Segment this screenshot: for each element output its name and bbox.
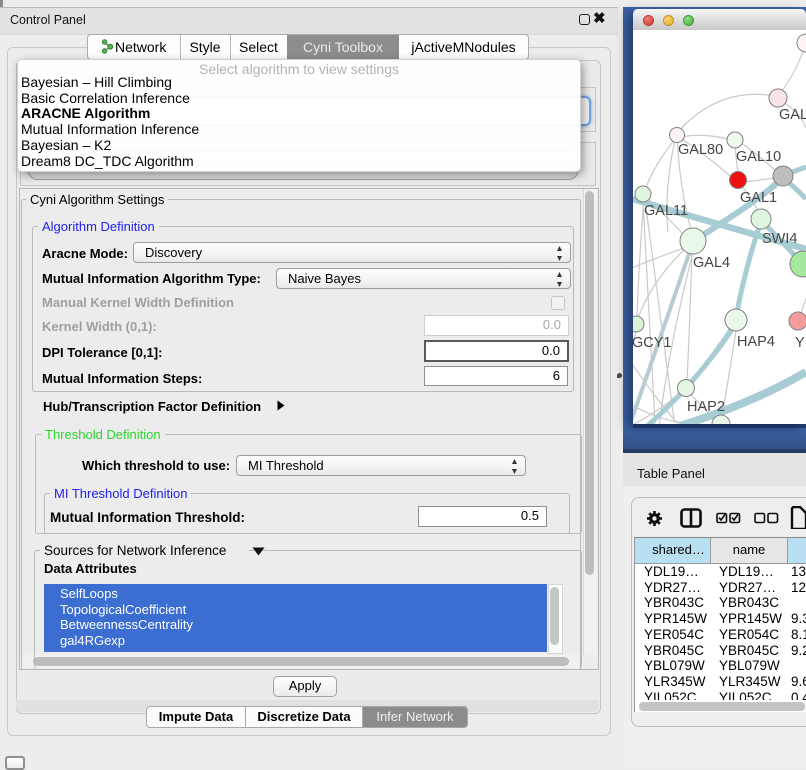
svg-text:GCY1: GCY1 xyxy=(633,335,672,351)
svg-text:HAP2: HAP2 xyxy=(687,399,725,415)
svg-text:GAL1: GAL1 xyxy=(740,190,777,206)
svg-text:Y: Y xyxy=(795,335,805,351)
svg-text:GAL10: GAL10 xyxy=(736,149,781,165)
svg-text:GAL80: GAL80 xyxy=(678,142,723,158)
svg-text:GAL11: GAL11 xyxy=(644,203,688,219)
svg-text:GAL7: GAL7 xyxy=(779,107,806,123)
svg-text:GAL4: GAL4 xyxy=(693,255,730,271)
svg-text:SWI4: SWI4 xyxy=(762,231,797,247)
svg-text:HAP4: HAP4 xyxy=(737,334,775,350)
